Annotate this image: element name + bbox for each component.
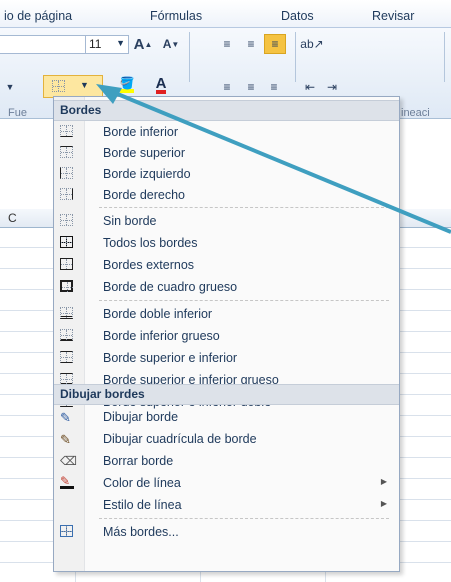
- arrow-head: [96, 84, 122, 104]
- arrow-shaft: [102, 86, 451, 234]
- annotation-arrow: [96, 84, 451, 234]
